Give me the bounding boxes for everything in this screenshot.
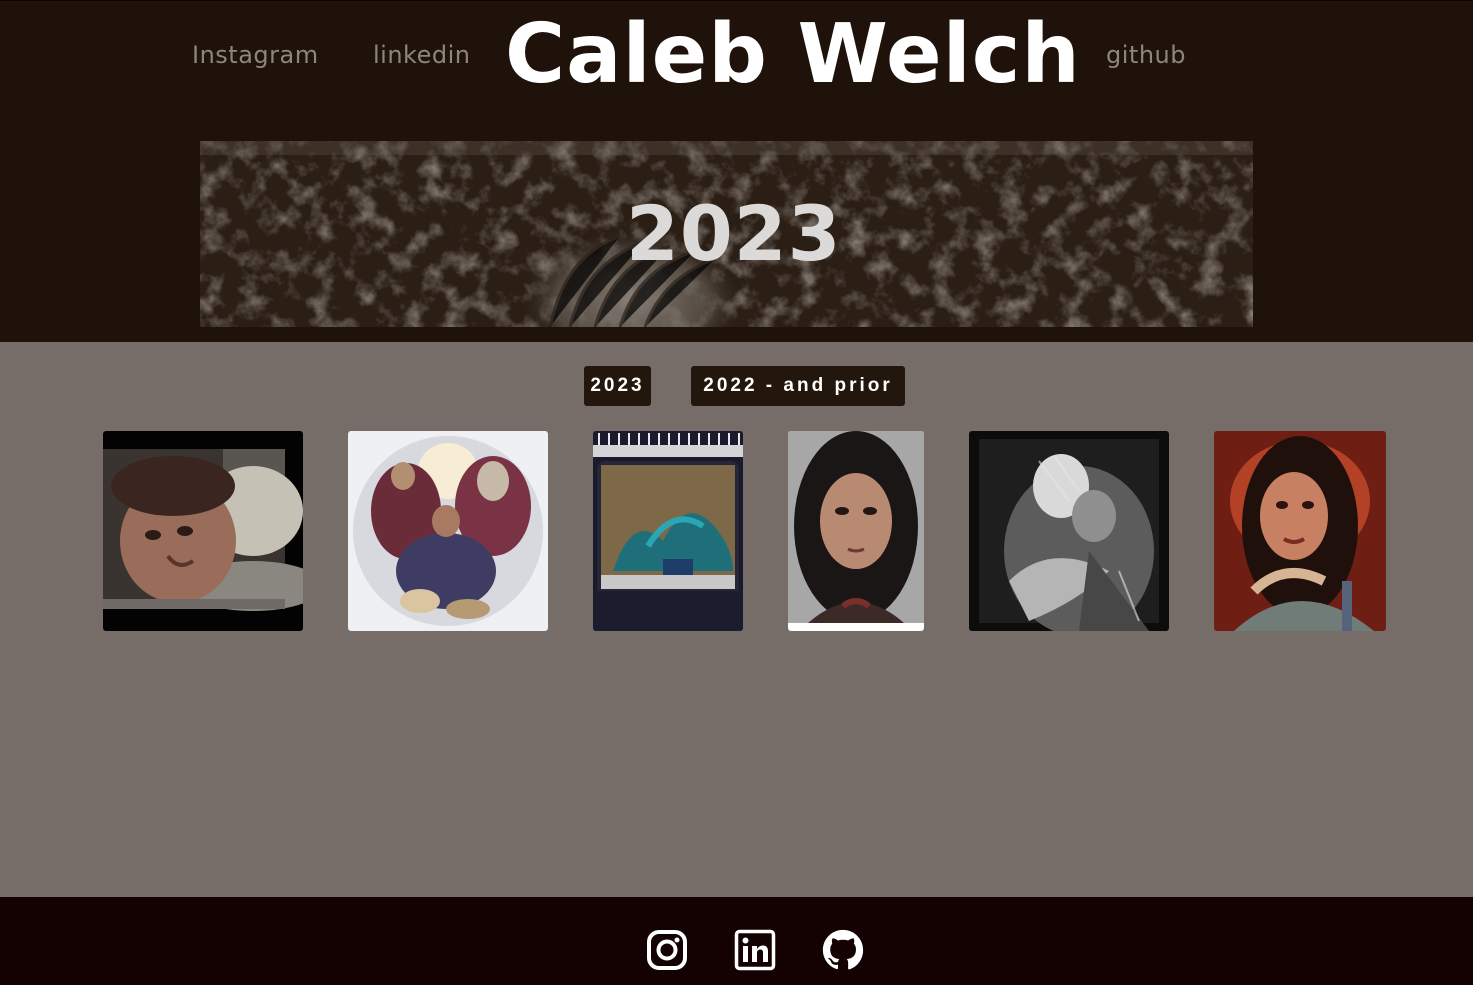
banner-year: 2023 bbox=[626, 189, 842, 278]
artwork-portrait-woman-dark-hair bbox=[788, 431, 924, 631]
site-header: Instagram linkedin Caleb Welch github 20… bbox=[0, 0, 1473, 342]
linkedin-icon[interactable] bbox=[734, 929, 776, 971]
gallery-item[interactable] bbox=[1214, 431, 1386, 631]
instagram-icon[interactable] bbox=[646, 929, 688, 971]
artwork-embrace-black-and-white bbox=[969, 431, 1169, 631]
gallery-item[interactable] bbox=[103, 431, 303, 631]
nav-link-github[interactable]: github bbox=[1106, 41, 1186, 69]
gallery-item[interactable] bbox=[593, 431, 743, 631]
site-title: Caleb Welch bbox=[505, 7, 1081, 102]
github-icon[interactable] bbox=[822, 929, 864, 971]
artwork-coronation-painting bbox=[348, 431, 548, 631]
year-tab-2022-and-prior[interactable]: 2022 - and prior bbox=[691, 366, 905, 406]
nav-link-linkedin[interactable]: linkedin bbox=[373, 41, 470, 69]
artwork-sketchbook-landscape bbox=[593, 431, 743, 631]
artwork-portrait-man-lying-down bbox=[103, 431, 303, 631]
artwork-portrait-woman-red-background bbox=[1214, 431, 1386, 631]
gallery-item[interactable] bbox=[348, 431, 548, 631]
year-banner: 2023 bbox=[200, 141, 1253, 327]
nav-link-instagram[interactable]: Instagram bbox=[192, 41, 319, 69]
gallery-item[interactable] bbox=[969, 431, 1169, 631]
year-tab-2023[interactable]: 2023 bbox=[584, 366, 651, 406]
gallery-item[interactable] bbox=[788, 431, 924, 631]
